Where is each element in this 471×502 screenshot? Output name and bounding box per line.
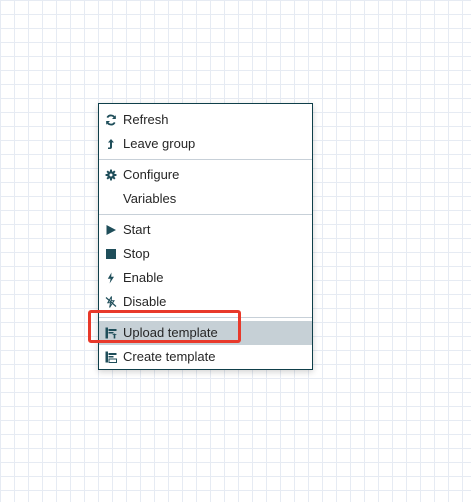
upload-template-icon (105, 327, 117, 339)
menu-separator (99, 214, 312, 215)
menu-separator (99, 317, 312, 318)
menu-item-start[interactable]: Start (99, 218, 312, 242)
menu-item-variables[interactable]: Variables (99, 187, 312, 211)
menu-item-refresh[interactable]: Refresh (99, 108, 312, 132)
menu-item-upload-template[interactable]: Upload template (99, 321, 312, 345)
refresh-icon (105, 114, 117, 126)
menu-item-enable[interactable]: Enable (99, 266, 312, 290)
menu-separator (99, 159, 312, 160)
menu-item-create-template[interactable]: Create template (99, 345, 312, 369)
leave-group-icon (105, 138, 117, 150)
stop-icon (105, 248, 117, 260)
menu-item-label: Refresh (123, 112, 169, 127)
menu-item-label: Start (123, 222, 151, 237)
variables-icon-placeholder (105, 193, 117, 205)
disable-lightning-icon (105, 296, 117, 308)
menu-item-stop[interactable]: Stop (99, 242, 312, 266)
menu-item-label: Enable (123, 270, 164, 285)
menu-item-label: Upload template (123, 325, 218, 340)
gear-icon (105, 169, 117, 181)
menu-item-configure[interactable]: Configure (99, 163, 312, 187)
menu-item-label: Leave group (123, 136, 196, 151)
play-icon (105, 224, 117, 236)
create-template-icon (105, 351, 117, 363)
lightning-icon (105, 272, 117, 284)
menu-item-disable[interactable]: Disable (99, 290, 312, 314)
menu-item-leave-group[interactable]: Leave group (99, 132, 312, 156)
menu-item-label: Disable (123, 294, 167, 309)
menu-item-label: Variables (123, 191, 177, 206)
menu-item-label: Stop (123, 246, 150, 261)
menu-item-label: Configure (123, 167, 180, 182)
context-menu: Refresh Leave group Configure Variables … (98, 103, 313, 370)
menu-item-label: Create template (123, 349, 216, 364)
